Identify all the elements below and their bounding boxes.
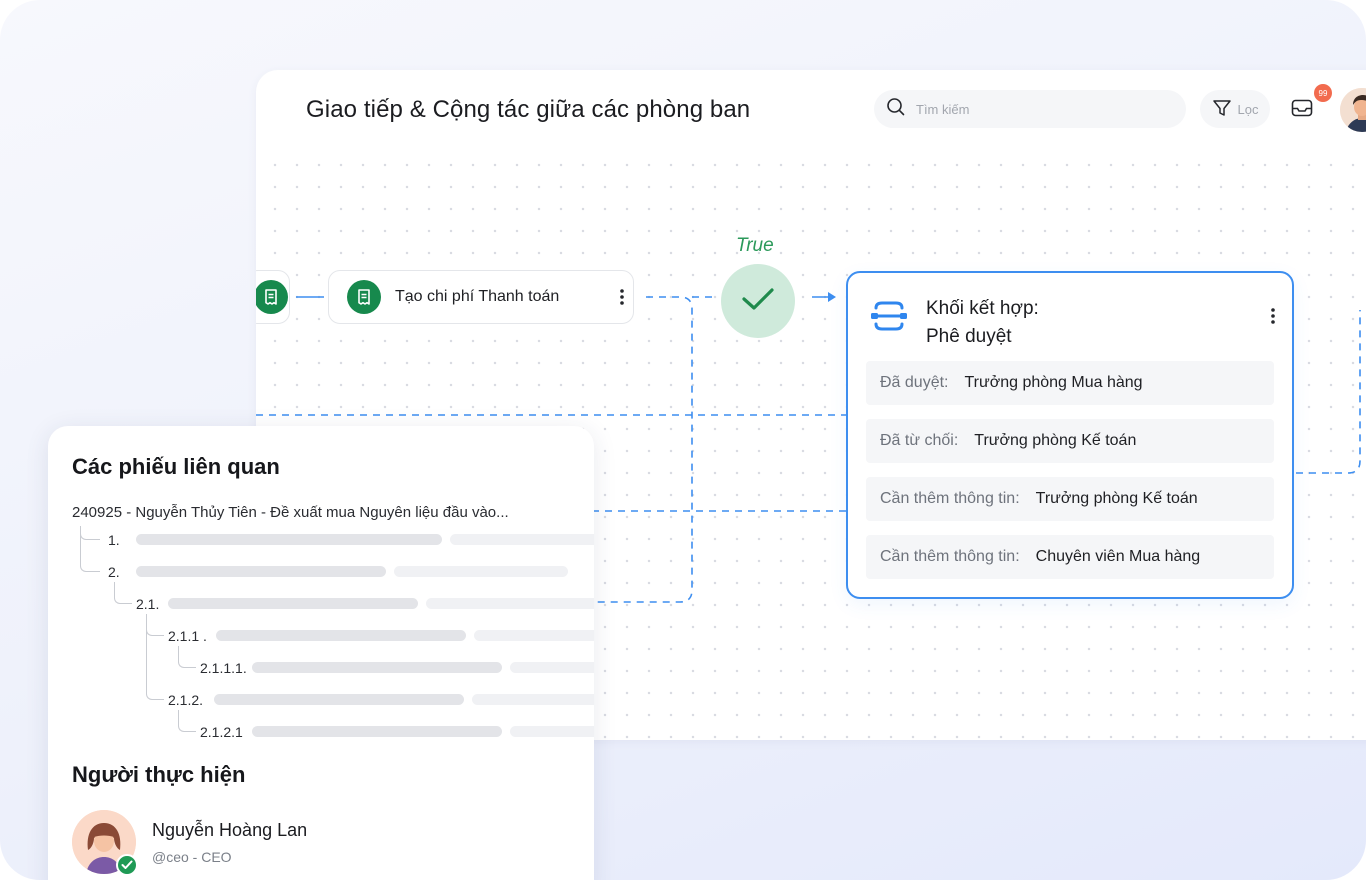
- node-label: Tạo chi phí Thanh toán: [395, 288, 560, 305]
- tree-item[interactable]: 2.1.2.: [168, 692, 203, 708]
- inbox-icon: [1291, 98, 1313, 123]
- inbox-badge: 99: [1314, 84, 1332, 102]
- avatar: [72, 810, 138, 876]
- search-icon: [886, 97, 906, 122]
- merge-row-key: Đã từ chối:: [880, 432, 959, 449]
- placeholder-bar: [474, 630, 594, 641]
- merge-header: Khối kết hợp: Phê duyệt: [868, 295, 1039, 351]
- check-icon: [741, 286, 775, 317]
- person-handle: @ceo - CEO: [152, 848, 232, 865]
- placeholder-bar: [394, 566, 568, 577]
- ticket-link[interactable]: 240925 - Nguyễn Thủy Tiên - Đề xuất mua …: [72, 504, 509, 521]
- more-vertical-icon[interactable]: [611, 286, 633, 308]
- executor-person[interactable]: Nguyễn Hoàng Lan @ceo - CEO: [72, 810, 308, 876]
- receipt-icon: [256, 280, 288, 314]
- page-title: Giao tiếp & Cộng tác giữa các phòng ban: [306, 96, 751, 123]
- tree-line: [114, 582, 132, 604]
- receipt-icon: [347, 280, 381, 314]
- merge-row: Cần thêm thông tin: Chuyên viên Mua hàng: [866, 535, 1274, 579]
- person-name: Nguyễn Hoàng Lan: [152, 819, 308, 840]
- merge-row-key: Cần thêm thông tin:: [880, 548, 1020, 565]
- tree-item[interactable]: 2.1.1.1.: [200, 660, 247, 676]
- inbox-button[interactable]: [1286, 94, 1318, 126]
- condition-true-node[interactable]: [721, 264, 795, 338]
- previous-node[interactable]: [256, 270, 290, 324]
- merge-row-value: Trưởng phòng Mua hàng: [964, 374, 1143, 391]
- condition-label: True: [736, 235, 774, 256]
- merge-row-value: Trưởng phòng Kế toán: [1035, 490, 1198, 507]
- tree-item[interactable]: 2.1.: [136, 596, 159, 612]
- filter-icon: [1212, 98, 1232, 121]
- more-vertical-icon[interactable]: [1270, 307, 1276, 330]
- merge-row-key: Cần thêm thông tin:: [880, 490, 1020, 507]
- tree-item[interactable]: 2.1.2.1: [200, 724, 243, 740]
- placeholder-bar: [472, 694, 594, 705]
- placeholder-bar: [252, 662, 502, 673]
- tree-line: [178, 646, 196, 668]
- merge-title-line1: Khối kết hợp:: [926, 298, 1039, 319]
- related-panel: Các phiếu liên quan 240925 - Nguyễn Thủy…: [48, 426, 594, 880]
- placeholder-bar: [136, 566, 386, 577]
- merge-title-line2: Phê duyệt: [926, 326, 1012, 347]
- placeholder-bar: [510, 662, 594, 673]
- placeholder-bar: [450, 534, 594, 545]
- background-frame: Giao tiếp & Cộng tác giữa các phòng ban …: [0, 0, 1366, 880]
- related-title: Các phiếu liên quan: [72, 454, 280, 479]
- placeholder-bar: [216, 630, 466, 641]
- tree-item[interactable]: 2.1.1 .: [168, 628, 207, 644]
- search-bar[interactable]: [874, 90, 1186, 128]
- verified-check-icon: [116, 854, 138, 876]
- tree-line: [178, 710, 196, 732]
- placeholder-bar: [510, 726, 594, 737]
- merge-block-node[interactable]: Khối kết hợp: Phê duyệt Đã duyệt: Trưởng…: [846, 271, 1294, 599]
- payment-expense-node[interactable]: Tạo chi phí Thanh toán: [328, 270, 634, 324]
- placeholder-bar: [136, 534, 442, 545]
- placeholder-bar: [252, 726, 502, 737]
- filter-label: Lọc: [1237, 101, 1259, 117]
- merge-row: Đã từ chối: Trưởng phòng Kế toán: [866, 419, 1274, 463]
- merge-row-key: Đã duyệt:: [880, 374, 949, 391]
- tree-item[interactable]: 1.: [108, 532, 120, 548]
- placeholder-bar: [168, 598, 418, 609]
- placeholder-bar: [426, 598, 594, 609]
- tree-line: [146, 614, 164, 700]
- placeholder-bar: [214, 694, 464, 705]
- merge-row-value: Chuyên viên Mua hàng: [1035, 548, 1201, 565]
- search-input[interactable]: [916, 101, 1166, 117]
- merge-row: Cần thêm thông tin: Trưởng phòng Kế toán: [866, 477, 1274, 521]
- tree-line: [80, 526, 100, 572]
- merge-icon: [868, 295, 910, 342]
- filter-button[interactable]: Lọc: [1200, 90, 1270, 128]
- merge-row-value: Trưởng phòng Kế toán: [974, 432, 1137, 449]
- user-avatar[interactable]: [1340, 88, 1366, 132]
- tree-item[interactable]: 2.: [108, 564, 120, 580]
- merge-row: Đã duyệt: Trưởng phòng Mua hàng: [866, 361, 1274, 405]
- executor-title: Người thực hiện: [72, 762, 246, 787]
